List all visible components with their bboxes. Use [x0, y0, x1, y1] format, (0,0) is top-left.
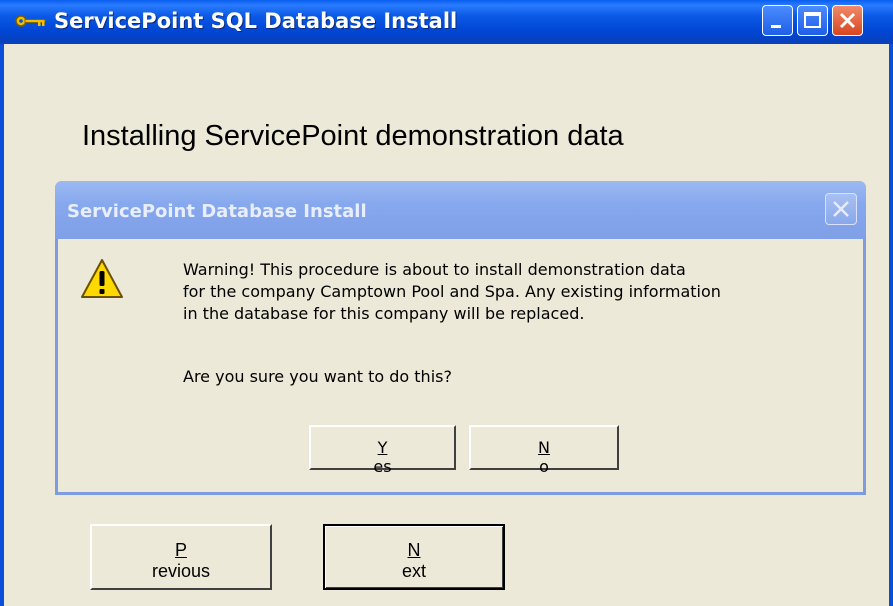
previous-mnemonic: P	[174, 540, 187, 560]
main-titlebar[interactable]: ServicePoint SQL Database Install	[0, 0, 893, 44]
no-label: o	[539, 457, 549, 476]
page-heading: Installing ServicePoint demonstration da…	[82, 120, 624, 152]
no-button[interactable]: No	[469, 425, 619, 476]
minimize-icon	[771, 25, 781, 28]
close-button[interactable]	[832, 5, 863, 36]
next-mnemonic: N	[407, 540, 421, 560]
confirm-question: Are you sure you want to do this?	[183, 367, 452, 386]
maximize-button[interactable]	[797, 5, 828, 36]
maximize-icon	[804, 12, 821, 28]
yes-label: es	[373, 457, 392, 476]
dialog-body: Warning! This procedure is about to inst…	[58, 239, 863, 492]
previous-label: revious	[151, 561, 211, 581]
dialog-close-button[interactable]	[825, 193, 857, 225]
window-title: ServicePoint SQL Database Install	[54, 9, 458, 33]
minimize-button[interactable]	[762, 5, 793, 36]
no-mnemonic: N	[538, 438, 550, 457]
warning-icon	[81, 259, 123, 298]
dialog-title: ServicePoint Database Install	[67, 201, 367, 222]
close-icon	[839, 12, 856, 29]
confirm-dialog: ServicePoint Database Install Warning! T…	[55, 181, 866, 495]
previous-button[interactable]: Previous	[90, 524, 272, 590]
dialog-titlebar[interactable]: ServicePoint Database Install	[55, 181, 866, 239]
yes-button[interactable]: Yes	[309, 425, 456, 476]
yes-mnemonic: Y	[377, 438, 388, 457]
close-icon	[833, 201, 849, 217]
warning-message: Warning! This procedure is about to inst…	[183, 260, 721, 323]
next-label: ext	[401, 561, 426, 581]
key-icon	[15, 15, 46, 27]
next-button[interactable]: Next	[323, 524, 505, 590]
